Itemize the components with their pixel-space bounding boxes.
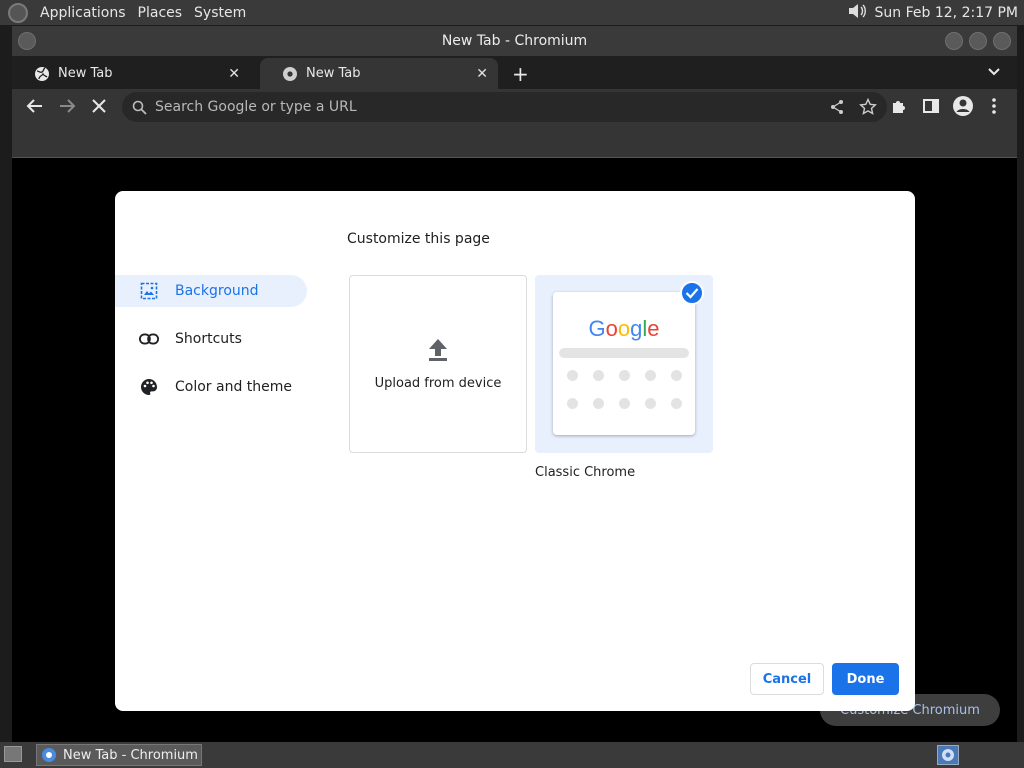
workspace-switcher[interactable] — [937, 745, 959, 765]
bottom-panel: New Tab - Chromium — [0, 742, 1024, 768]
clock[interactable]: Sun Feb 12, 2:17 PM — [875, 5, 1018, 21]
omnibox-placeholder[interactable]: Search Google or type a URL — [155, 99, 357, 115]
window-menu-button[interactable] — [18, 32, 36, 50]
cancel-label: Cancel — [762, 671, 812, 687]
nav-item-background[interactable]: Background — [115, 275, 307, 307]
window-title: New Tab - Chromium — [441, 33, 588, 49]
gnome-logo-icon[interactable] — [8, 2, 28, 23]
close-tab-icon[interactable]: ✕ — [476, 66, 488, 82]
upload-icon — [427, 338, 449, 366]
upload-label: Upload from device — [374, 375, 502, 391]
done-label: Done — [846, 671, 885, 687]
link-icon — [139, 329, 159, 349]
preview-shortcut-dot — [619, 370, 630, 381]
classic-chrome-label: Classic Chrome — [535, 465, 636, 480]
image-icon — [139, 281, 159, 301]
tab-strip: New Tab ✕ New Tab ✕ + — [12, 56, 1017, 89]
checkmark-icon — [680, 281, 704, 305]
nav-item-shortcuts[interactable]: Shortcuts — [115, 323, 307, 355]
chromium-icon — [282, 66, 298, 82]
globe-icon — [34, 66, 50, 82]
kebab-menu-icon[interactable] — [990, 97, 998, 119]
applications-menu[interactable]: Applications — [40, 5, 126, 21]
nav-item-color-and-theme[interactable]: Color and theme — [115, 371, 307, 403]
cancel-button[interactable]: Cancel — [750, 663, 824, 695]
google-logo: Google — [588, 316, 660, 341]
taskbar-item-chromium[interactable]: New Tab - Chromium — [36, 744, 202, 766]
top-panel: Applications Places System Sun Feb 12, 2… — [0, 0, 1024, 25]
omnibox[interactable]: Search Google or type a URL — [122, 92, 887, 122]
upload-from-device-tile[interactable]: Upload from device — [349, 275, 527, 453]
nav-item-label: Shortcuts — [175, 331, 242, 347]
tab-label: New Tab — [306, 66, 361, 81]
palette-icon — [139, 377, 159, 397]
share-icon[interactable] — [829, 99, 845, 119]
preview-shortcut-dot — [593, 398, 604, 409]
preview-searchbox — [559, 348, 689, 358]
dialog-title: Customize this page — [347, 231, 490, 247]
system-menu[interactable]: System — [194, 5, 246, 21]
customize-dialog: Customize this page Background Shortcuts… — [115, 191, 915, 711]
back-arrow-icon[interactable] — [26, 97, 44, 119]
forward-arrow-icon[interactable] — [58, 97, 76, 119]
preview-shortcut-dot — [593, 370, 604, 381]
maximize-button[interactable] — [969, 32, 987, 50]
stop-loading-icon[interactable] — [90, 97, 108, 119]
preview-shortcut-dot — [671, 398, 682, 409]
window-title-bar[interactable]: New Tab - Chromium — [12, 26, 1017, 56]
bookmarks-bar — [12, 125, 1017, 158]
close-tab-icon[interactable]: ✕ — [228, 66, 240, 82]
volume-icon[interactable] — [847, 2, 867, 24]
search-icon — [132, 100, 147, 115]
new-tab-button[interactable]: + — [512, 62, 529, 86]
bookmark-star-icon[interactable] — [858, 97, 878, 120]
classic-chrome-tile[interactable]: Google — [535, 275, 713, 453]
show-desktop-icon[interactable] — [4, 746, 22, 762]
nav-item-label: Color and theme — [175, 379, 293, 395]
profile-avatar-icon[interactable] — [952, 95, 974, 121]
preview-shortcut-dot — [671, 370, 682, 381]
preview-shortcut-dot — [567, 398, 578, 409]
chevron-down-icon[interactable] — [987, 64, 1001, 83]
extensions-puzzle-icon[interactable] — [890, 97, 908, 119]
preview-shortcut-dot — [645, 398, 656, 409]
places-menu[interactable]: Places — [138, 5, 183, 21]
tab-new-tab-2[interactable]: New Tab ✕ — [260, 58, 498, 89]
side-panel-icon[interactable] — [922, 97, 940, 119]
toolbar: Search Google or type a URL — [12, 89, 1017, 125]
preview-shortcut-dot — [619, 398, 630, 409]
chromium-icon — [41, 747, 57, 763]
close-window-button[interactable] — [993, 32, 1011, 50]
preview-shortcut-dot — [645, 370, 656, 381]
nav-item-label: Background — [175, 283, 259, 299]
tab-label: New Tab — [58, 66, 113, 81]
done-button[interactable]: Done — [832, 663, 899, 695]
preview-shortcut-dot — [567, 370, 578, 381]
classic-chrome-preview: Google — [553, 292, 695, 435]
minimize-button[interactable] — [945, 32, 963, 50]
taskbar-item-label: New Tab - Chromium — [63, 747, 198, 763]
tab-new-tab-1[interactable]: New Tab ✕ — [12, 58, 250, 89]
